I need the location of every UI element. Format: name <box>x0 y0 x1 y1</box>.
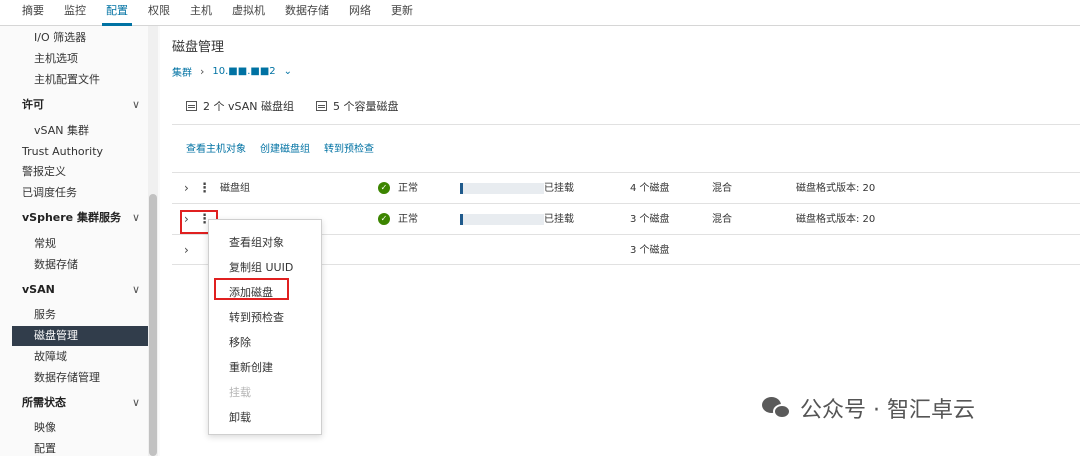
tab-vms[interactable]: 虚拟机 <box>222 2 275 25</box>
page-title: 磁盘管理 <box>172 40 225 55</box>
expand-icon[interactable]: › <box>184 235 189 266</box>
nav-general[interactable]: 常规 <box>0 234 148 254</box>
wechat-icon <box>762 395 792 421</box>
tab-networks[interactable]: 网络 <box>339 2 381 25</box>
mount-state: 已挂载 <box>544 183 574 194</box>
nav-group-license-label: 许可 <box>22 98 44 111</box>
view-host-objects-link[interactable]: 查看主机对象 <box>186 140 246 155</box>
menu-mount: 挂载 <box>229 386 251 399</box>
health-status: 正常 <box>398 183 418 194</box>
tab-configure[interactable]: 配置 <box>96 2 138 26</box>
nav-datastore[interactable]: 数据存储 <box>0 255 148 275</box>
nav-vsan-cluster[interactable]: vSAN 集群 <box>0 121 148 141</box>
nav-trust-authority[interactable]: Trust Authority <box>0 142 148 162</box>
disk-count: 3 个磁盘 <box>630 245 670 256</box>
tab-permissions[interactable]: 权限 <box>138 2 180 25</box>
nav-disk-management[interactable]: 磁盘管理 <box>12 326 148 346</box>
table-row[interactable]: › ⋮ 磁盘组 ✓ 正常 已挂载 4 个磁盘 混合 磁盘格式版本: 20 <box>172 172 1080 203</box>
nav-host-options[interactable]: 主机选项 <box>0 49 148 69</box>
nav-group-vsan[interactable]: vSAN ∨ <box>0 280 148 300</box>
nav-fault-domains[interactable]: 故障域 <box>0 347 148 367</box>
health-status: 正常 <box>398 214 418 225</box>
disk-type: 混合 <box>712 183 732 194</box>
menu-remove[interactable]: 移除 <box>229 334 251 350</box>
tab-summary[interactable]: 摘要 <box>12 2 54 25</box>
action-links: 查看主机对象 创建磁盘组 转到预检查 <box>186 140 374 155</box>
disk-type: 混合 <box>712 214 732 225</box>
menu-view-group-objects[interactable]: 查看组对象 <box>229 234 284 250</box>
nav-config[interactable]: 配置 <box>0 439 148 456</box>
nav-io-filter[interactable]: I/O 筛选器 <box>0 28 148 48</box>
watermark: 公众号 · 智汇卓云 <box>762 392 975 424</box>
create-disk-group-link[interactable]: 创建磁盘组 <box>260 140 310 155</box>
chevron-down-icon: ∨ <box>131 396 140 409</box>
tab-monitor[interactable]: 监控 <box>54 2 96 25</box>
left-nav: I/O 筛选器 主机选项 主机配置文件 许可 ∨ vSAN 集群 Trust A… <box>0 26 160 456</box>
menu-go-to-precheck[interactable]: 转到预检查 <box>229 309 284 325</box>
disk-count: 4 个磁盘 <box>630 183 670 194</box>
nav-scheduled-tasks[interactable]: 已调度任务 <box>0 183 148 203</box>
nav-group-vsphere-label: vSphere 集群服务 <box>22 211 121 224</box>
nav-group-vsan-label: vSAN <box>22 283 55 296</box>
divider <box>172 124 1080 125</box>
nav-group-desired-state-label: 所需状态 <box>22 396 66 409</box>
chevron-down-icon[interactable]: ⌄ <box>284 66 292 77</box>
mount-state: 已挂载 <box>544 214 574 225</box>
summary-disk-groups: 2 个 vSAN 磁盘组 <box>186 98 294 114</box>
breadcrumb-host[interactable]: 10.■■.■■2 <box>212 66 275 77</box>
summary-capacity-disks-label: 5 个容量磁盘 <box>332 100 399 113</box>
go-to-precheck-link[interactable]: 转到预检查 <box>324 140 374 155</box>
summary-disk-groups-label: 2 个 vSAN 磁盘组 <box>203 100 294 113</box>
kebab-menu-icon[interactable]: ⋮ <box>198 173 211 204</box>
nav-alarm-definitions[interactable]: 警报定义 <box>0 162 148 182</box>
disk-summary: 2 个 vSAN 磁盘组 5 个容量磁盘 <box>186 98 398 114</box>
nav-group-license[interactable]: 许可 ∨ <box>0 95 148 115</box>
highlight-box <box>214 278 289 300</box>
nav-image[interactable]: 映像 <box>0 418 148 438</box>
top-tab-bar: 摘要 监控 配置 权限 主机 虚拟机 数据存储 网络 更新 <box>0 0 1080 26</box>
disk-group-name: 磁盘组 <box>220 183 250 194</box>
breadcrumb: 集群 › 10.■■.■■2 ⌄ <box>172 64 292 79</box>
tab-hosts[interactable]: 主机 <box>180 2 222 25</box>
usage-bar <box>460 214 544 225</box>
nav-host-profile[interactable]: 主机配置文件 <box>0 70 148 90</box>
nav-scrollbar-thumb[interactable] <box>149 194 157 456</box>
nav-group-vsphere[interactable]: vSphere 集群服务 ∨ <box>0 208 148 228</box>
disk-count: 3 个磁盘 <box>630 214 670 225</box>
menu-recreate[interactable]: 重新创建 <box>229 359 273 375</box>
check-circle-icon: ✓ <box>378 213 390 225</box>
nav-group-desired-state[interactable]: 所需状态 ∨ <box>0 393 148 413</box>
format-version: 磁盘格式版本: 20 <box>796 214 876 225</box>
disk-group-icon <box>186 101 197 111</box>
disk-icon <box>315 101 327 111</box>
expand-icon[interactable]: › <box>184 173 189 204</box>
menu-copy-group-uuid[interactable]: 复制组 UUID <box>229 259 293 275</box>
chevron-right-icon: › <box>200 65 205 78</box>
watermark-text: 公众号 · 智汇卓云 <box>800 398 975 423</box>
usage-bar <box>460 183 544 194</box>
chevron-down-icon: ∨ <box>131 98 140 111</box>
chevron-down-icon: ∨ <box>131 283 140 296</box>
tab-datastores[interactable]: 数据存储 <box>275 2 339 25</box>
check-circle-icon: ✓ <box>378 182 390 194</box>
menu-unmount[interactable]: 卸载 <box>229 409 251 425</box>
format-version: 磁盘格式版本: 20 <box>796 183 876 194</box>
nav-services[interactable]: 服务 <box>0 305 148 325</box>
chevron-down-icon: ∨ <box>131 211 140 224</box>
breadcrumb-cluster[interactable]: 集群 <box>172 64 192 79</box>
nav-datastore-management[interactable]: 数据存储管理 <box>0 368 148 388</box>
tab-updates[interactable]: 更新 <box>381 2 423 25</box>
summary-capacity-disks: 5 个容量磁盘 <box>315 98 399 114</box>
context-menu: 查看组对象 复制组 UUID 添加磁盘 转到预检查 移除 重新创建 挂载 卸载 <box>208 219 322 435</box>
